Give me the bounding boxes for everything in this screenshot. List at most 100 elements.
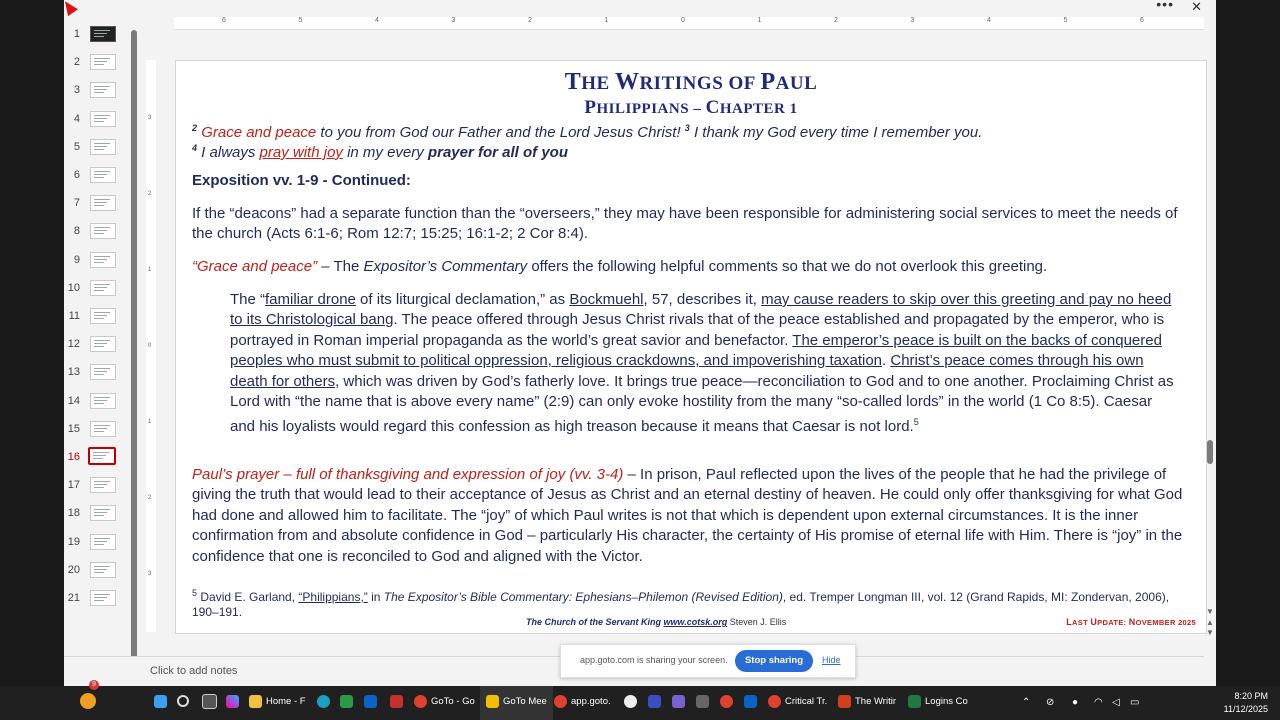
slide-preview[interactable] [90,223,116,240]
slide-preview[interactable] [88,447,116,465]
copilot-button[interactable] [226,686,243,720]
slide-preview[interactable] [90,505,116,522]
slide-thumbnail[interactable]: 18 [64,503,128,523]
search-button[interactable] [177,686,193,720]
slide-thumbnail[interactable]: 3 [64,80,128,100]
slide-thumbnail[interactable]: 16 [64,447,128,467]
slide-preview[interactable] [90,477,116,494]
slide-preview[interactable] [90,279,116,296]
slide-thumbnail[interactable]: 13 [64,362,128,382]
microphone-icon[interactable]: ● [1072,686,1078,720]
slide-number: 8 [73,225,80,238]
slide-thumbnail[interactable]: 7 [64,193,128,213]
app-button[interactable] [648,686,665,720]
close-icon[interactable]: ✕ [1191,0,1202,15]
app-icon-weather[interactable]: 9 [80,680,100,720]
ruler-tick-label: 3 [148,571,152,577]
preview-line [94,481,110,483]
slide-thumbnail[interactable]: 5 [64,137,128,157]
previous-slide-icon[interactable]: ▲ [1206,618,1214,627]
slide-preview[interactable] [90,26,116,42]
slide-thumbnail[interactable]: 8 [64,221,128,241]
slide-thumbnail[interactable]: 14 [64,391,128,411]
footnote-link[interactable]: “Philippians,” [298,590,367,604]
preview-line [94,120,104,122]
system-clock[interactable]: 8:20 PM 11/12/2025 [1224,690,1268,716]
start-button[interactable] [154,686,171,720]
slide-preview[interactable] [90,590,116,606]
slide-preview[interactable] [90,54,116,71]
app-button[interactable] [340,686,357,720]
app-button[interactable] [624,686,641,720]
outlook-button[interactable] [364,686,381,720]
slide-preview[interactable] [90,138,116,155]
slide-canvas[interactable]: THE WRITINGS OF PAUL PHILIPPIANS – CHAPT… [175,60,1207,634]
slide-preview[interactable] [90,533,116,550]
volume-icon[interactable]: ◁ [1112,686,1120,720]
slide-preview[interactable] [90,336,116,353]
task-view-icon [202,693,217,709]
slide-scrollbar[interactable]: ▼ ▲ ▼ [1204,30,1216,650]
taskbar-item-active[interactable]: GoTo Mee [480,686,553,720]
preview-line [94,289,104,291]
app-button[interactable] [390,686,407,720]
slide-preview[interactable] [90,251,116,268]
taskbar-item[interactable]: GoTo - Go [414,686,475,720]
slide-thumbnail[interactable]: 20 [64,560,128,580]
hide-share-bar-link[interactable]: Hide [822,655,841,665]
app-button[interactable] [672,686,689,720]
battery-icon[interactable]: ▭ [1130,686,1139,720]
taskbar-item[interactable]: The Writir [838,686,896,720]
slide-preview[interactable] [90,561,116,578]
chrome-icon [554,694,567,708]
network-off-icon[interactable]: ⊘ [1046,686,1054,720]
highlight-phrase: Paul’s prayer – full of thanksgiving and… [192,466,624,483]
church-url[interactable]: www.cotsk.org [664,617,728,627]
notes-placeholder[interactable]: Click to add notes [150,665,237,677]
more-options-icon[interactable]: ••• [1156,0,1174,12]
next-slide-icon[interactable]: ▼ [1206,628,1214,637]
preview-line [94,565,110,567]
slide-preview[interactable] [90,167,116,183]
taskbar-item[interactable]: Home - F [249,686,306,720]
app-button[interactable] [744,686,761,720]
slide-thumbnail[interactable]: 17 [64,475,128,495]
slide-preview[interactable] [90,82,116,99]
slide-thumbnail[interactable]: 10 [64,278,128,298]
slide-preview[interactable] [90,308,116,324]
taskbar-item[interactable]: Logins Co [908,686,968,720]
slide-number: 17 [67,479,80,492]
slide-thumbnail[interactable]: 2 [64,52,128,72]
preview-line [94,233,104,235]
slide-thumbnail[interactable]: 15 [64,419,128,439]
slide-preview[interactable] [90,195,116,212]
slide-preview[interactable] [90,364,116,381]
slide-thumbnail[interactable]: 9 [64,250,128,270]
taskbar-item[interactable]: app.goto. [554,686,611,720]
slide-thumbnail[interactable]: 21 [64,588,128,608]
slide-thumbnail[interactable]: 11 [64,306,128,326]
task-view-button[interactable] [202,686,221,720]
edge-button[interactable] [317,686,334,720]
wifi-icon[interactable]: ◠ [1094,686,1103,720]
scroll-down-icon[interactable]: ▼ [1206,607,1214,616]
slide-preview[interactable] [90,392,116,409]
slide-scroll-thumb[interactable] [1207,440,1213,464]
app-button[interactable] [720,686,737,720]
slide-preview[interactable] [90,110,116,127]
slide-thumbnail[interactable]: 19 [64,532,128,552]
slide-thumbnail[interactable]: 6 [64,165,128,185]
thumbnail-scrollbar[interactable] [130,18,138,680]
show-hidden-icons-icon[interactable]: ⌃ [1022,686,1030,720]
slide-thumbnail[interactable]: 12 [64,334,128,354]
thumbnail-scroll-thumb[interactable] [131,30,137,680]
footnote-text: in [367,590,384,604]
slide-preview[interactable] [90,420,116,437]
taskbar-item[interactable]: Critical Tr. [768,686,827,720]
slide-thumbnail[interactable]: 1 [64,24,128,44]
slide-thumbnail[interactable]: 4 [64,109,128,129]
stop-sharing-button[interactable]: Stop sharing [735,650,813,672]
app-button[interactable] [696,686,713,720]
chrome-icon [768,694,781,708]
verse-link[interactable]: pray with joy [260,144,343,161]
